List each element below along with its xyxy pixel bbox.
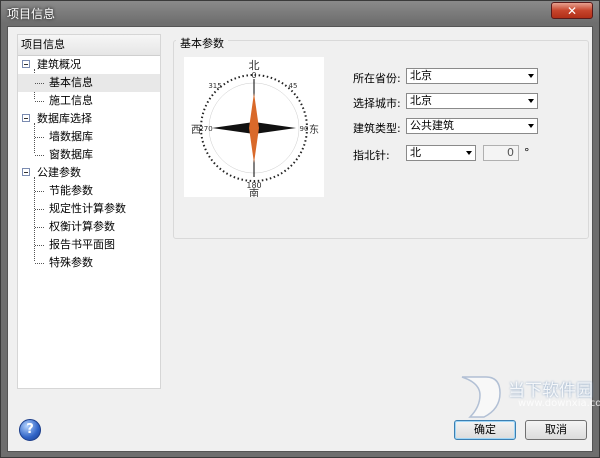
- province-select[interactable]: 北京: [406, 68, 538, 84]
- tree-header: 项目信息: [18, 35, 160, 56]
- tree-item-wall-db[interactable]: 墙数据库: [18, 128, 160, 146]
- collapse-icon[interactable]: [22, 60, 30, 68]
- compass-north-needle: [249, 93, 259, 128]
- chevron-down-icon: [528, 74, 534, 78]
- province-label: 所在省份:: [353, 72, 401, 85]
- close-icon: ✕: [566, 4, 578, 18]
- chevron-down-icon: [466, 151, 472, 155]
- group-title: 基本参数: [176, 35, 228, 51]
- compass-deg-label: 315: [208, 82, 221, 90]
- building-type-select[interactable]: 公共建筑: [406, 118, 538, 134]
- tree-item-label: 报告书平面图: [49, 238, 115, 251]
- city-label: 选择城市:: [353, 97, 401, 110]
- tree-item-label: 规定性计算参数: [49, 202, 126, 215]
- tree-item-basic-info[interactable]: 基本信息: [18, 74, 160, 92]
- chevron-down-icon: [528, 99, 534, 103]
- title-bar[interactable]: 项目信息 ✕: [1, 1, 599, 23]
- tree-item-window-db[interactable]: 窗数据库: [18, 146, 160, 164]
- tree-item-special-params[interactable]: 特殊参数: [18, 254, 160, 272]
- close-button[interactable]: ✕: [551, 2, 593, 19]
- degree-unit: °: [524, 146, 530, 159]
- compass-deg-label: 270: [199, 125, 212, 133]
- tree-item-tradeoff-calc[interactable]: 权衡计算参数: [18, 218, 160, 236]
- project-tree: 项目信息 建筑概况 基本信息 施工信息 数据库选择 墙数据库 窗数据库 公建参数…: [17, 34, 161, 389]
- province-value: 北京: [410, 69, 432, 82]
- compass-east-label: 东: [309, 123, 319, 136]
- tree-group-public-building[interactable]: 公建参数: [18, 164, 160, 182]
- compass-deg-label: 0: [251, 71, 256, 80]
- help-icon: ?: [26, 422, 34, 437]
- tree-item-label: 特殊参数: [49, 256, 93, 269]
- tree-item-energy-params[interactable]: 节能参数: [18, 182, 160, 200]
- building-type-value: 公共建筑: [410, 119, 454, 132]
- dialog-body: 项目信息 建筑概况 基本信息 施工信息 数据库选择 墙数据库 窗数据库 公建参数…: [7, 26, 593, 452]
- window-title: 项目信息: [7, 7, 56, 21]
- tree-item-report-plan[interactable]: 报告书平面图: [18, 236, 160, 254]
- cancel-button[interactable]: 取消: [525, 420, 587, 440]
- city-value: 北京: [410, 94, 432, 107]
- north-select[interactable]: 北: [406, 145, 476, 161]
- compass-widget[interactable]: 北 0 180 南 西 270 东 90 315 45: [184, 57, 324, 200]
- tree-item-construction-info[interactable]: 施工信息: [18, 92, 160, 110]
- north-angle-input[interactable]: 0: [483, 145, 519, 161]
- tree-group-label: 数据库选择: [37, 112, 92, 125]
- tree-item-label: 墙数据库: [49, 130, 93, 143]
- tree-item-label: 基本信息: [49, 76, 93, 89]
- tree-group-database[interactable]: 数据库选择: [18, 110, 160, 128]
- tree-group-building-overview[interactable]: 建筑概况: [18, 56, 160, 74]
- tree-group-label: 公建参数: [37, 166, 81, 179]
- compass-deg-label: 45: [289, 82, 298, 90]
- compass-deg-label: 90: [300, 125, 309, 133]
- collapse-icon[interactable]: [22, 114, 30, 122]
- tree-item-label: 施工信息: [49, 94, 93, 107]
- compass-south-label: 南: [249, 187, 259, 197]
- city-select[interactable]: 北京: [406, 93, 538, 109]
- collapse-icon[interactable]: [22, 168, 30, 176]
- tree-item-prescriptive-calc[interactable]: 规定性计算参数: [18, 200, 160, 218]
- compass-south-needle: [249, 128, 259, 163]
- chevron-down-icon: [528, 124, 534, 128]
- help-button[interactable]: ?: [19, 419, 41, 441]
- tree-item-label: 窗数据库: [49, 148, 93, 161]
- north-label: 指北针:: [353, 149, 390, 162]
- building-type-label: 建筑类型:: [353, 122, 401, 135]
- dialog-window: 项目信息 ✕ 项目信息 建筑概况 基本信息 施工信息 数据库选择 墙数据库 窗数…: [0, 0, 600, 458]
- tree-group-label: 建筑概况: [37, 58, 81, 71]
- compass-icon: 北 0 180 南 西 270 东 90 315 45: [191, 59, 319, 200]
- tree-item-label: 节能参数: [49, 184, 93, 197]
- north-value: 北: [410, 146, 421, 159]
- ok-button[interactable]: 确定: [454, 420, 516, 440]
- tree-item-label: 权衡计算参数: [49, 220, 115, 233]
